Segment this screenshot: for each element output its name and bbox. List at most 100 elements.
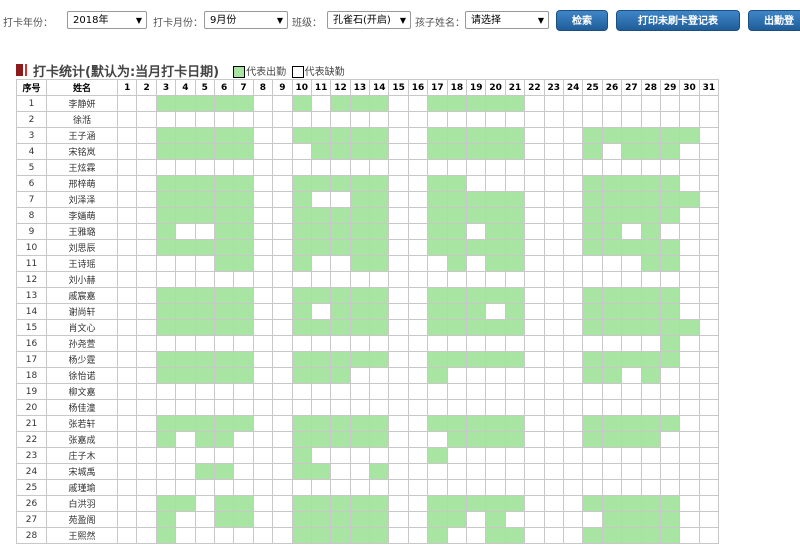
day-cell [291,303,312,320]
section-header: 打卡统计(默认为:当月打卡日期) 代表出勤 代表缺勤 [16,62,347,80]
day-cell [524,479,545,496]
day-cell [155,447,177,464]
day-cell [485,143,506,160]
day-cell [582,527,603,544]
day-cell [310,239,332,256]
day-cell [369,383,390,400]
day-cell [388,335,409,352]
table-row: 20 杨佳潼 [16,399,720,416]
table-row: 19 柳文嘉 [16,383,720,400]
day-cell [543,239,564,256]
day-cell [213,527,235,544]
day-cell [136,399,157,416]
child-select[interactable]: 请选择 ▼ [465,11,549,29]
day-cell [427,511,448,528]
table-row: 12 刘小赫 [16,271,720,288]
day-cell [698,383,720,400]
day-cell [310,495,332,512]
day-cell [562,431,584,448]
day-cell [291,239,312,256]
day-cell [291,351,312,368]
day-cell [136,447,157,464]
header-day: 9 [272,79,293,96]
day-cell [233,95,254,112]
day-cell [291,415,312,432]
print-unswiped-button[interactable]: 打印未刷卡登记表 [616,10,740,31]
day-cell [194,319,215,336]
day-cell [330,95,351,112]
header-day: 10 [291,79,312,96]
day-cell [252,143,274,160]
day-cell [194,111,215,128]
row-index: 5 [16,159,47,176]
day-cell [175,367,196,384]
attendance-button[interactable]: 出勤登 [748,10,800,31]
month-select[interactable]: 9月份 ▼ [204,11,288,29]
day-cell [562,319,584,336]
day-cell [194,159,215,176]
day-cell [116,111,138,128]
row-name: 王诗瑶 [46,255,118,272]
day-cell [582,271,603,288]
day-cell [175,207,196,224]
day-cell [136,383,157,400]
day-cell [524,143,545,160]
day-cell [116,335,138,352]
day-cell [659,127,681,144]
day-cell [330,159,351,176]
day-cell [252,335,274,352]
day-cell [407,319,429,336]
day-cell [116,287,138,304]
day-cell [640,319,661,336]
table-row: 3 王子涵 [16,127,720,144]
day-cell [698,495,720,512]
day-cell [175,239,196,256]
day-cell [175,463,196,480]
day-cell [427,303,448,320]
day-cell [116,175,138,192]
day-cell [582,383,603,400]
day-cell [504,431,526,448]
day-cell [659,175,681,192]
header-day: 2 [136,79,157,96]
day-cell [369,239,390,256]
day-cell [155,527,177,544]
day-cell [485,127,506,144]
day-cell [116,383,138,400]
day-cell [155,399,177,416]
legend-present-swatch [233,65,246,78]
day-cell [330,383,351,400]
day-cell [485,495,506,512]
day-cell [698,111,720,128]
day-cell [659,271,681,288]
day-cell [485,447,506,464]
day-cell [116,319,138,336]
day-cell [466,255,487,272]
day-cell [213,415,235,432]
day-cell [640,367,661,384]
search-button[interactable]: 检索 [556,10,608,31]
row-name: 柳文嘉 [46,383,118,400]
day-cell [272,351,293,368]
day-cell [155,95,177,112]
day-cell [233,303,254,320]
day-cell [233,159,254,176]
day-cell [601,207,623,224]
header-day: 1 [116,79,138,96]
year-select[interactable]: 2018年 ▼ [67,11,147,29]
day-cell [233,255,254,272]
day-cell [659,415,681,432]
day-cell [698,287,720,304]
day-cell [679,527,700,544]
day-cell [155,191,177,208]
day-cell [698,367,720,384]
class-select[interactable]: 孔雀石(开启) ▼ [327,11,411,29]
table-row: 27 苑盈阁 [16,511,720,528]
row-index: 28 [16,527,47,544]
table-row: 7 刘泽泽 [16,191,720,208]
day-cell [213,447,235,464]
day-cell [407,463,429,480]
day-cell [233,319,254,336]
day-cell [601,511,623,528]
day-cell [349,511,371,528]
